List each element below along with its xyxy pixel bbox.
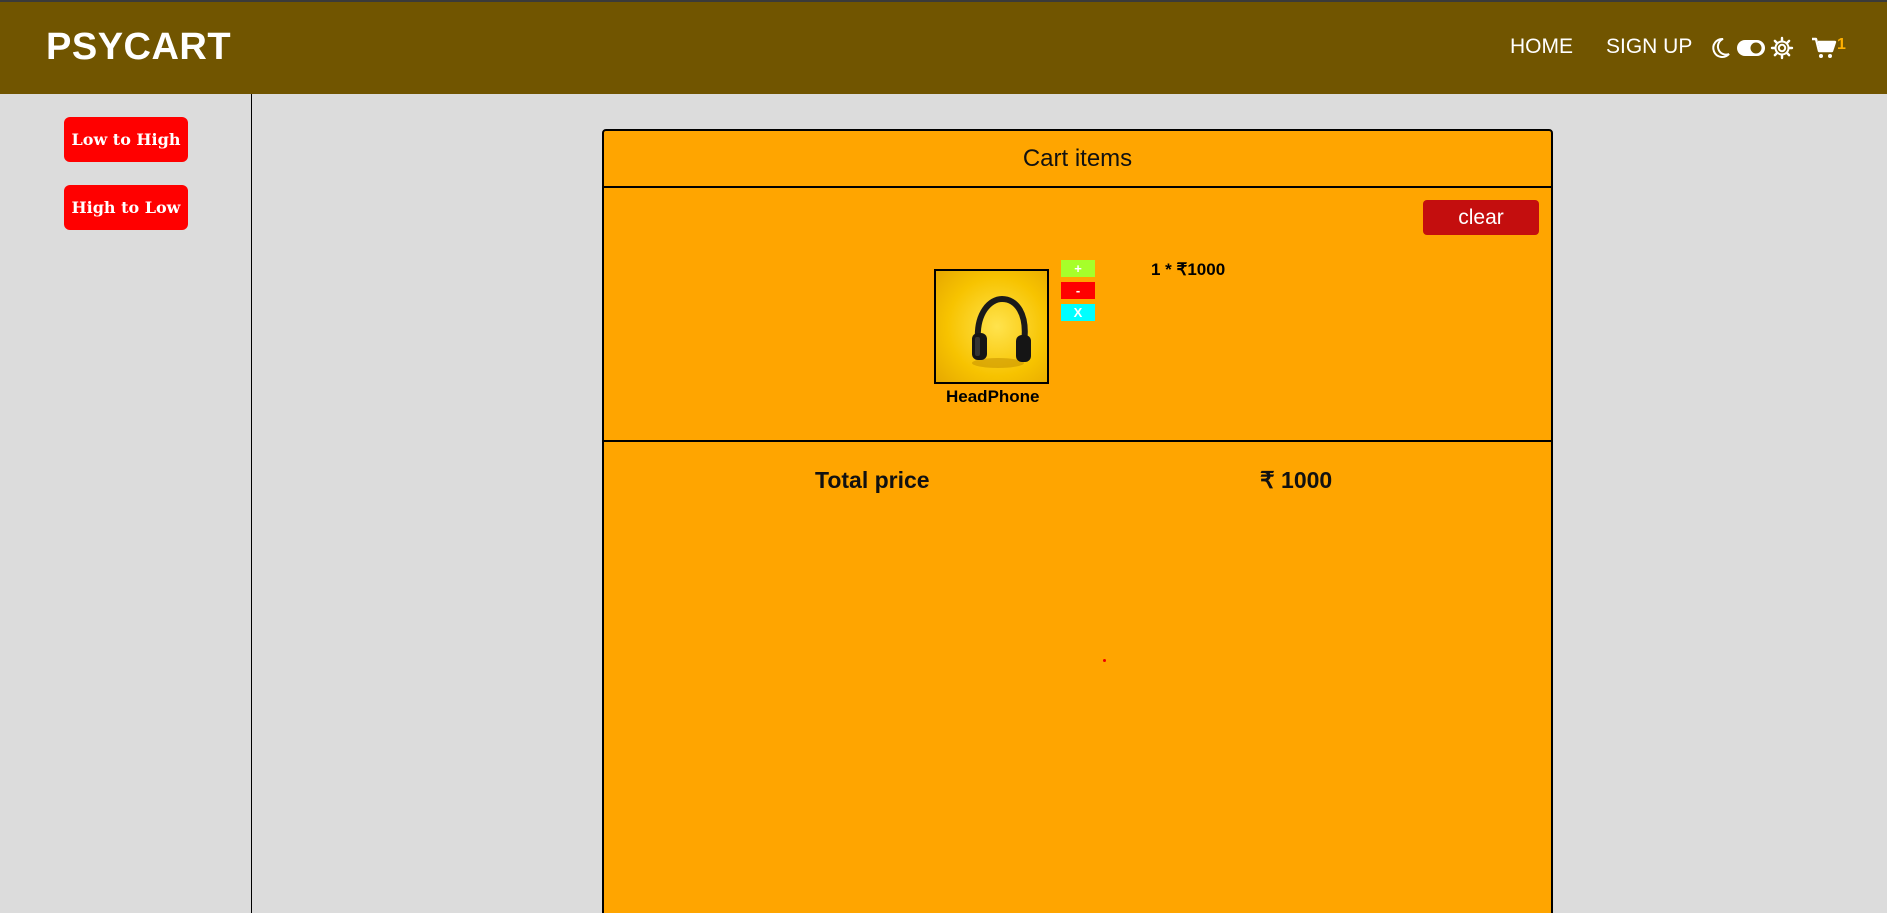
- nav-signup-link[interactable]: SIGN UP: [1606, 35, 1692, 59]
- increase-quantity-button[interactable]: +: [1061, 260, 1095, 277]
- remove-item-button[interactable]: X: [1061, 304, 1095, 321]
- moon-icon[interactable]: [1706, 34, 1734, 62]
- item-name: HeadPhone: [946, 387, 1040, 406]
- red-dot: [1103, 659, 1106, 662]
- decrease-quantity-button[interactable]: -: [1061, 282, 1095, 299]
- nav-home-link[interactable]: HOME: [1510, 35, 1573, 59]
- headphone-image: [934, 269, 1049, 384]
- cart-panel: Cart items clear HeadPhone + - X 1 * ₹10…: [602, 129, 1553, 913]
- cart-icon[interactable]: [1810, 34, 1838, 62]
- gear-icon[interactable]: [1768, 34, 1796, 62]
- toggle-icon[interactable]: [1736, 34, 1766, 62]
- navbar: PSYCART HOME SIGN UP 1: [0, 2, 1887, 94]
- clear-cart-button[interactable]: clear: [1423, 200, 1539, 235]
- sort-low-to-high-button[interactable]: Low to High: [64, 117, 188, 162]
- sort-high-to-low-button[interactable]: High to Low: [64, 185, 188, 230]
- cart-title: Cart items: [604, 131, 1551, 188]
- total-row: Total price ₹ 1000: [604, 442, 1551, 522]
- total-price-value: ₹ 1000: [1260, 467, 1333, 493]
- cart-count-badge: 1: [1837, 36, 1846, 53]
- total-price-label: Total price: [815, 467, 930, 493]
- cart-item-list: clear HeadPhone + - X 1 * ₹1000: [604, 188, 1551, 442]
- item-price-line: 1 * ₹1000: [1151, 260, 1226, 279]
- brand-logo[interactable]: PSYCART: [46, 26, 231, 69]
